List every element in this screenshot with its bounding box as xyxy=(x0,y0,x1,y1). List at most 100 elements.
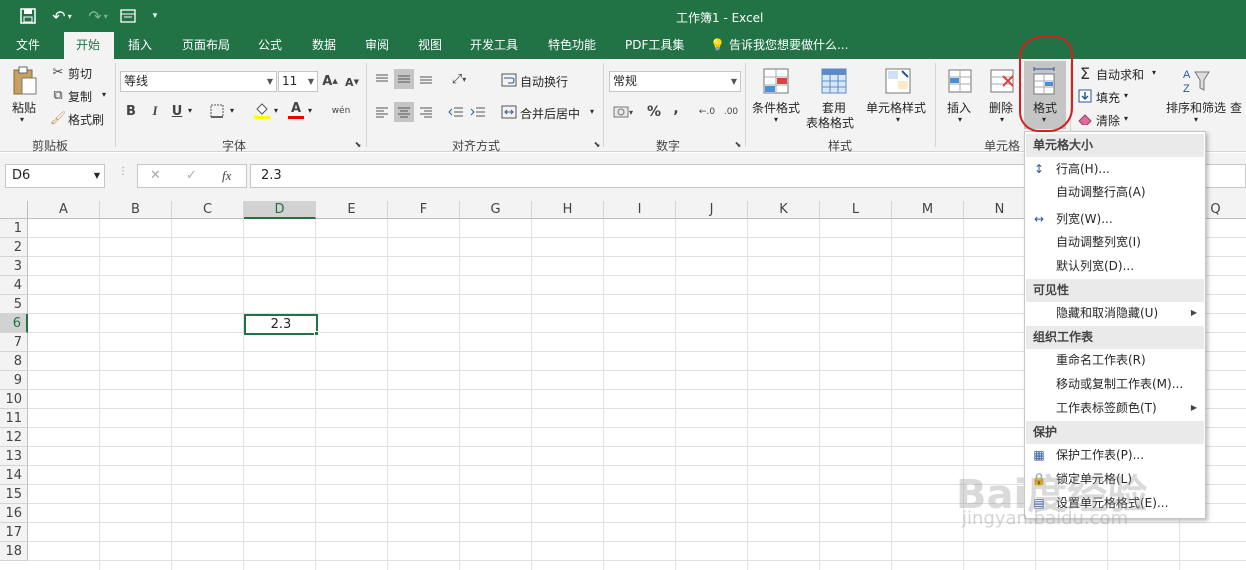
shrink-font-icon[interactable]: A ▼ xyxy=(344,74,360,90)
row-header-6[interactable]: 6 xyxy=(0,314,28,333)
menu-item-column-width[interactable]: 列宽(W)... xyxy=(1056,208,1113,230)
dialog-launcher-icon[interactable]: ⬊ xyxy=(592,139,602,149)
row-header-3[interactable]: 3 xyxy=(0,257,28,276)
tell-me[interactable]: 💡 告诉我您想要做什么... xyxy=(710,32,848,59)
insert-cells-button[interactable]: 插入 xyxy=(947,99,971,116)
delete-cells-button[interactable]: 删除 xyxy=(989,99,1013,116)
autosum-dropdown-icon[interactable]: ▾ xyxy=(1152,68,1156,77)
percent-button[interactable]: % xyxy=(644,102,664,122)
row-header-9[interactable]: 9 xyxy=(0,371,28,390)
redo-icon[interactable]: ↷ ▾ xyxy=(84,6,112,26)
sort-dropdown-icon[interactable]: ▾ xyxy=(1194,115,1198,124)
row-header-15[interactable]: 15 xyxy=(0,485,28,504)
border-dropdown-icon[interactable]: ▾ xyxy=(230,106,234,115)
column-header-l[interactable]: L xyxy=(820,201,892,219)
phonetic-icon[interactable]: wén xyxy=(330,101,352,121)
dialog-launcher-icon[interactable]: ⬊ xyxy=(733,139,743,149)
row-header-8[interactable]: 8 xyxy=(0,352,28,371)
row-header-2[interactable]: 2 xyxy=(0,238,28,257)
insert-function-icon[interactable]: fx xyxy=(222,168,231,184)
underline-button[interactable]: U xyxy=(168,102,186,120)
autosum-button[interactable]: 自动求和 xyxy=(1096,66,1144,83)
paste-icon[interactable] xyxy=(10,65,40,97)
insert-dropdown-icon[interactable]: ▾ xyxy=(958,115,962,124)
save-icon[interactable] xyxy=(18,6,38,26)
menu-item-autofit-row[interactable]: 自动调整行高(A) xyxy=(1056,181,1146,203)
align-middle-icon[interactable] xyxy=(394,69,414,89)
underline-dropdown-icon[interactable]: ▾ xyxy=(188,106,192,115)
align-left-icon[interactable] xyxy=(372,102,392,122)
menu-item-move-copy-sheet[interactable]: 移动或复制工作表(M)... xyxy=(1056,373,1183,395)
align-top-icon[interactable] xyxy=(372,69,392,89)
menu-item-autofit-column[interactable]: 自动调整列宽(I) xyxy=(1056,231,1141,253)
customize-icon[interactable]: ▾ xyxy=(148,8,162,24)
tab-pdf-tools[interactable]: PDF工具集 xyxy=(625,32,684,59)
cell-styles-button[interactable]: 单元格样式 xyxy=(866,99,926,116)
menu-item-hide-unhide[interactable]: 隐藏和取消隐藏(U) xyxy=(1056,302,1158,324)
column-header-h[interactable]: H xyxy=(532,201,604,219)
format-painter-button[interactable]: 格式刷 xyxy=(68,111,104,128)
column-header-b[interactable]: B xyxy=(100,201,172,219)
align-right-icon[interactable] xyxy=(416,102,436,122)
row-header-7[interactable]: 7 xyxy=(0,333,28,352)
undo-icon[interactable]: ↶ ▾ xyxy=(48,6,76,26)
copy-dropdown-icon[interactable]: ▾ xyxy=(102,90,106,99)
tab-insert[interactable]: 插入 xyxy=(128,32,152,59)
column-header-e[interactable]: E xyxy=(316,201,388,219)
tab-page-layout[interactable]: 页面布局 xyxy=(182,32,230,59)
font-color-dropdown-icon[interactable]: ▾ xyxy=(308,106,312,115)
tab-file[interactable]: 文件 xyxy=(16,32,40,59)
menu-item-rename-sheet[interactable]: 重命名工作表(R) xyxy=(1056,349,1146,371)
row-header-1[interactable]: 1 xyxy=(0,219,28,238)
select-all-corner[interactable] xyxy=(0,201,28,219)
row-header-12[interactable]: 12 xyxy=(0,428,28,447)
italic-button[interactable]: I xyxy=(146,102,164,120)
column-header-a[interactable]: A xyxy=(28,201,100,219)
name-box[interactable]: D6 ▼ xyxy=(5,164,105,188)
paste-button[interactable]: 粘贴 xyxy=(12,99,36,116)
row-header-17[interactable]: 17 xyxy=(0,523,28,542)
decrease-decimal-icon[interactable]: .00 xyxy=(720,102,742,122)
fill-dropdown-icon[interactable]: ▾ xyxy=(274,106,278,115)
copy-button[interactable]: 复制 xyxy=(68,88,92,105)
row-header-16[interactable]: 16 xyxy=(0,504,28,523)
clear-button[interactable]: 清除 xyxy=(1096,112,1120,129)
align-bottom-icon[interactable] xyxy=(416,69,436,89)
cancel-icon[interactable]: ✕ xyxy=(150,168,161,183)
column-header-j[interactable]: J xyxy=(676,201,748,219)
font-color-icon[interactable]: A xyxy=(286,99,306,121)
tab-view[interactable]: 视图 xyxy=(418,32,442,59)
font-name-select[interactable]: 等线 ▼ xyxy=(120,71,277,92)
row-header-11[interactable]: 11 xyxy=(0,409,28,428)
column-header-g[interactable]: G xyxy=(460,201,532,219)
menu-item-tab-color[interactable]: 工作表标签颜色(T) xyxy=(1056,397,1157,419)
find-select-button[interactable]: 查 xyxy=(1230,99,1242,116)
active-cell-d6[interactable]: 2.3 xyxy=(244,314,318,335)
bold-button[interactable]: B xyxy=(122,102,140,120)
decrease-indent-icon[interactable] xyxy=(446,102,466,122)
clear-dropdown-icon[interactable]: ▾ xyxy=(1124,114,1128,123)
form-icon[interactable] xyxy=(118,6,138,26)
column-header-c[interactable]: C xyxy=(172,201,244,219)
conditional-dropdown-icon[interactable]: ▾ xyxy=(774,115,778,124)
tab-data[interactable]: 数据 xyxy=(312,32,336,59)
font-size-select[interactable]: 11 ▼ xyxy=(278,71,318,92)
tab-special[interactable]: 特色功能 xyxy=(548,32,596,59)
currency-icon[interactable]: ▾ xyxy=(610,102,636,122)
paste-dropdown-icon[interactable]: ▾ xyxy=(20,115,24,124)
merge-dropdown-icon[interactable]: ▾ xyxy=(590,107,594,116)
table-format-button-line2[interactable]: 表格格式 xyxy=(806,114,854,131)
orientation-icon[interactable]: ⤢ ▾ xyxy=(448,69,470,89)
row-header-14[interactable]: 14 xyxy=(0,466,28,485)
wrap-text-button[interactable]: 自动换行 xyxy=(520,73,568,90)
row-header-13[interactable]: 13 xyxy=(0,447,28,466)
dialog-launcher-icon[interactable]: ⬊ xyxy=(353,139,363,149)
delete-dropdown-icon[interactable]: ▾ xyxy=(1000,115,1004,124)
tab-home[interactable]: 开始 xyxy=(64,32,114,59)
column-header-f[interactable]: F xyxy=(388,201,460,219)
row-header-4[interactable]: 4 xyxy=(0,276,28,295)
column-header-i[interactable]: I xyxy=(604,201,676,219)
fill-dropdown-icon[interactable]: ▾ xyxy=(1124,91,1128,100)
enter-icon[interactable]: ✓ xyxy=(186,168,197,183)
align-center-icon[interactable] xyxy=(394,102,414,122)
